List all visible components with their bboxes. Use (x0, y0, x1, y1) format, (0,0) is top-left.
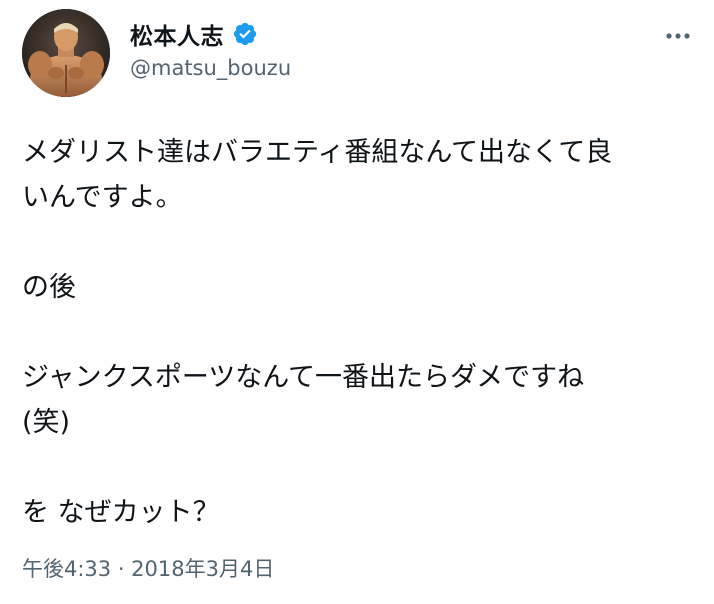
more-horizontal-icon (666, 33, 690, 39)
verified-badge-icon (233, 22, 257, 46)
author-handle[interactable]: @matsu_bouzu (130, 56, 291, 80)
tweet-paragraph: ジャンクスポーツなんて一番出たらダメですね (笑) (22, 362, 585, 438)
tweet-text: メダリスト達はバラエティ番組なんて出なくて良 いんですよ。 の後 ジャンクスポー… (22, 130, 702, 535)
author-display-name[interactable]: 松本人志 (130, 17, 224, 51)
avatar[interactable] (22, 9, 110, 97)
more-options-button[interactable] (660, 18, 696, 54)
tweet-card: 松本人志 @matsu_bouzu メダリスト達はバラエティ番組なんて出なくて良… (0, 0, 714, 604)
author-name-row: 松本人志 (130, 16, 258, 52)
tweet-paragraph: の後 (22, 272, 76, 303)
avatar-image (22, 9, 110, 97)
tweet-timestamp[interactable]: 午後4:33 · 2018年3月4日 (22, 553, 274, 583)
tweet-paragraph: を なぜカット？ (22, 497, 220, 528)
tweet-paragraph: メダリスト達はバラエティ番組なんて出なくて良 いんですよ。 (22, 137, 613, 213)
